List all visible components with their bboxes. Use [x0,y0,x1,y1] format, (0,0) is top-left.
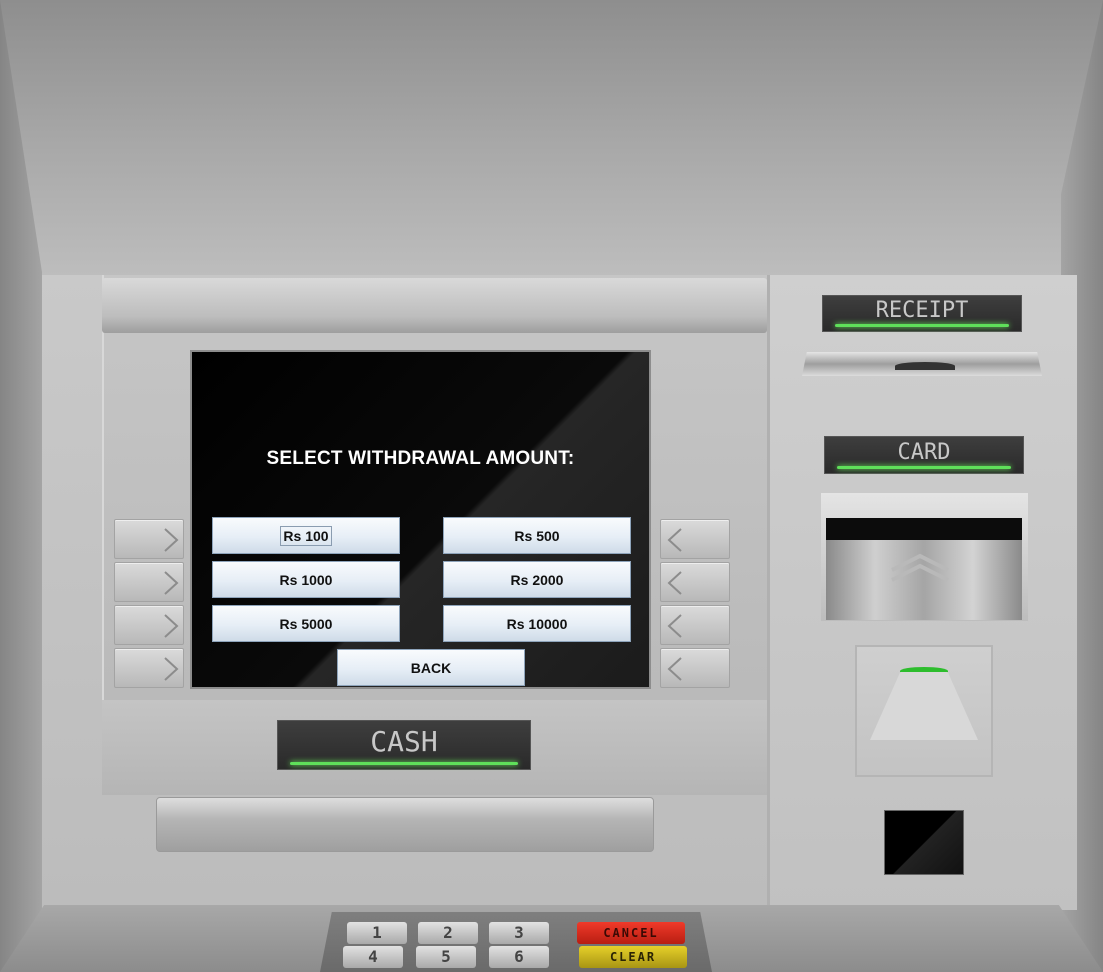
atm-hood [0,0,1103,275]
chevron-right-icon [164,571,179,595]
screen-visor [102,278,767,333]
amount-button-label: Rs 5000 [279,615,333,632]
keypad-key-1[interactable]: 1 [347,922,407,944]
side-key-right-3[interactable] [660,605,730,645]
atm-screen: SELECT WITHDRAWAL AMOUNT: Rs 100 Rs 500 … [190,350,651,689]
chevron-left-icon [667,614,682,638]
cancel-key[interactable]: CANCEL [577,922,685,944]
clear-key[interactable]: CLEAR [579,946,687,968]
side-key-left-4[interactable] [114,648,184,688]
card-indicator: CARD [824,436,1024,474]
security-camera [884,810,964,875]
keypad-key-6[interactable]: 6 [489,946,549,968]
chevron-right-icon [164,614,179,638]
receipt-label: RECEIPT [875,298,969,323]
amount-button-5000[interactable]: Rs 5000 [212,605,400,642]
side-key-right-4[interactable] [660,648,730,688]
amount-button-2000[interactable]: Rs 2000 [443,561,631,598]
side-key-right-1[interactable] [660,519,730,559]
back-button[interactable]: BACK [337,649,525,686]
keypad-key-2[interactable]: 2 [418,922,478,944]
amount-button-label: Rs 500 [514,527,560,544]
card-slot[interactable] [826,518,1022,540]
chevron-left-icon [667,657,682,681]
chevron-right-icon [164,528,179,552]
amount-button-10000[interactable]: Rs 10000 [443,605,631,642]
side-key-left-2[interactable] [114,562,184,602]
chevron-right-icon [164,657,179,681]
side-key-left-1[interactable] [114,519,184,559]
cash-dispenser-slot [156,797,654,852]
amount-button-1000[interactable]: Rs 1000 [212,561,400,598]
amount-button-label: Rs 2000 [510,571,564,588]
side-key-left-3[interactable] [114,605,184,645]
cash-label: CASH [370,725,438,758]
keypad-key-3[interactable]: 3 [489,922,549,944]
receipt-indicator-led [835,324,1009,327]
back-button-label: BACK [410,659,452,676]
chevron-left-icon [667,528,682,552]
amount-button-label: Rs 10000 [506,615,568,632]
card-label: CARD [897,440,951,465]
amount-button-label: Rs 1000 [279,571,333,588]
chevron-left-icon [667,571,682,595]
side-key-right-2[interactable] [660,562,730,602]
chevron-up-icon [891,553,949,582]
amount-button-500[interactable]: Rs 500 [443,517,631,554]
keypad-key-5[interactable]: 5 [416,946,476,968]
screen-title: SELECT WITHDRAWAL AMOUNT: [266,448,575,469]
cash-indicator-led [290,762,518,765]
card-indicator-led [837,466,1011,469]
cash-indicator: CASH [277,720,531,770]
amount-button-label: Rs 100 [280,525,332,546]
receipt-slit [895,362,955,370]
receipt-indicator: RECEIPT [822,295,1022,332]
keypad-key-4[interactable]: 4 [343,946,403,968]
amount-button-100[interactable]: Rs 100 [212,517,400,554]
